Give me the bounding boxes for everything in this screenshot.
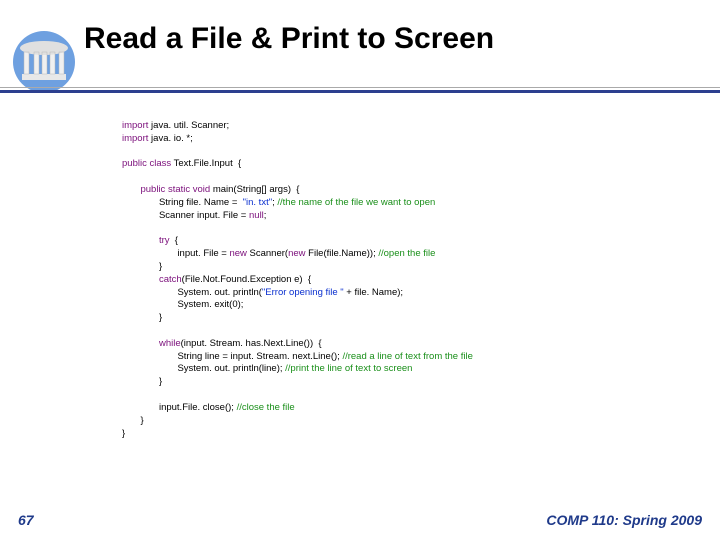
code-text: + file. Name);	[344, 287, 403, 298]
code-text: try	[159, 235, 170, 246]
code-text: //read a line of text from the file	[342, 351, 472, 362]
code-text: System. exit(0);	[177, 299, 243, 310]
divider-thick	[0, 90, 720, 93]
code-text: //close the file	[237, 402, 295, 413]
code-text: "Error opening file "	[262, 287, 344, 298]
code-text: public	[122, 158, 147, 169]
code-text: Scanner(	[247, 248, 288, 259]
unc-logo-icon	[12, 30, 76, 94]
code-block: import java. util. Scanner; import java.…	[122, 120, 702, 440]
code-text: //print the line of text to screen	[285, 363, 412, 374]
code-text: File(file.Name));	[306, 248, 379, 259]
code-text: null	[249, 210, 264, 221]
code-text: String line = input. Stream. next.Line()…	[177, 351, 342, 362]
code-text: ;	[264, 210, 267, 221]
code-text: System. out. println(	[177, 287, 261, 298]
code-text: import	[122, 133, 148, 144]
code-text: "in. txt"	[243, 197, 272, 208]
code-text: }	[159, 376, 162, 387]
code-text: void	[190, 184, 210, 195]
slide-number: 67	[18, 512, 34, 528]
code-text: //open the file	[378, 248, 435, 259]
code-text: Text.File.Input {	[171, 158, 241, 169]
code-text: }	[159, 261, 162, 272]
code-text: {	[170, 235, 178, 246]
code-text: java. util. Scanner;	[148, 120, 229, 131]
footer-course: COMP 110: Spring 2009	[546, 512, 702, 528]
code-text: System. out. println(line);	[177, 363, 285, 374]
code-text: new	[288, 248, 305, 259]
code-text: main(String[] args) {	[210, 184, 299, 195]
code-text: import	[122, 120, 148, 131]
code-text: while	[159, 338, 181, 349]
code-text: public	[140, 184, 165, 195]
code-text: }	[140, 415, 143, 426]
divider-thin	[0, 87, 720, 88]
code-text: }	[122, 428, 125, 439]
code-text: new	[229, 248, 246, 259]
code-text: java. io. *;	[148, 133, 192, 144]
code-text: Scanner input. File =	[159, 210, 249, 221]
slide-title: Read a File & Print to Screen	[84, 22, 494, 56]
code-text: //the name of the file we want to open	[277, 197, 435, 208]
code-text: static	[165, 184, 190, 195]
code-text: input. File =	[177, 248, 229, 259]
slide: Read a File & Print to Screen import jav…	[0, 0, 720, 540]
code-text: String file. Name =	[159, 197, 243, 208]
code-text: }	[159, 312, 162, 323]
code-text: (File.Not.Found.Exception e) {	[182, 274, 311, 285]
code-text: catch	[159, 274, 182, 285]
code-text: input.File. close();	[159, 402, 237, 413]
code-text: class	[147, 158, 171, 169]
code-text: (input. Stream. has.Next.Line()) {	[181, 338, 322, 349]
